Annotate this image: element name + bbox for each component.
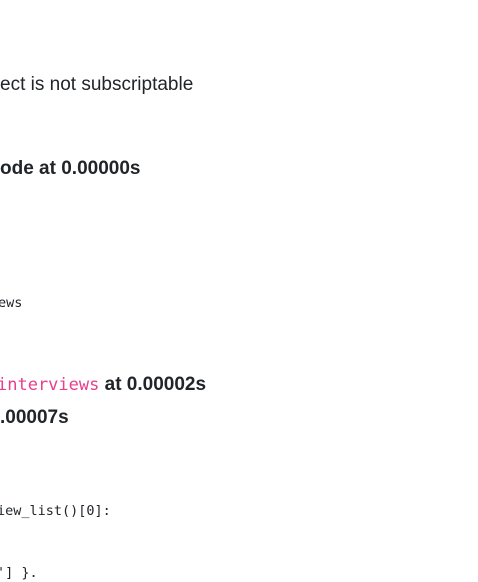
timing-heading: .00007s — [0, 407, 69, 428]
timing-heading: interviews at 0.00002s — [0, 372, 206, 398]
code-snippet: '] }. — [0, 565, 38, 581]
inline-code: interviews — [0, 375, 100, 395]
timing-heading: ode at 0.00000s — [0, 158, 141, 179]
timing-text: at 0.00002s — [99, 374, 207, 395]
code-snippet: ews — [0, 295, 23, 311]
code-snippet: iew_list()[0]: — [0, 503, 111, 519]
error-message: ect is not subscriptable — [0, 74, 194, 95]
